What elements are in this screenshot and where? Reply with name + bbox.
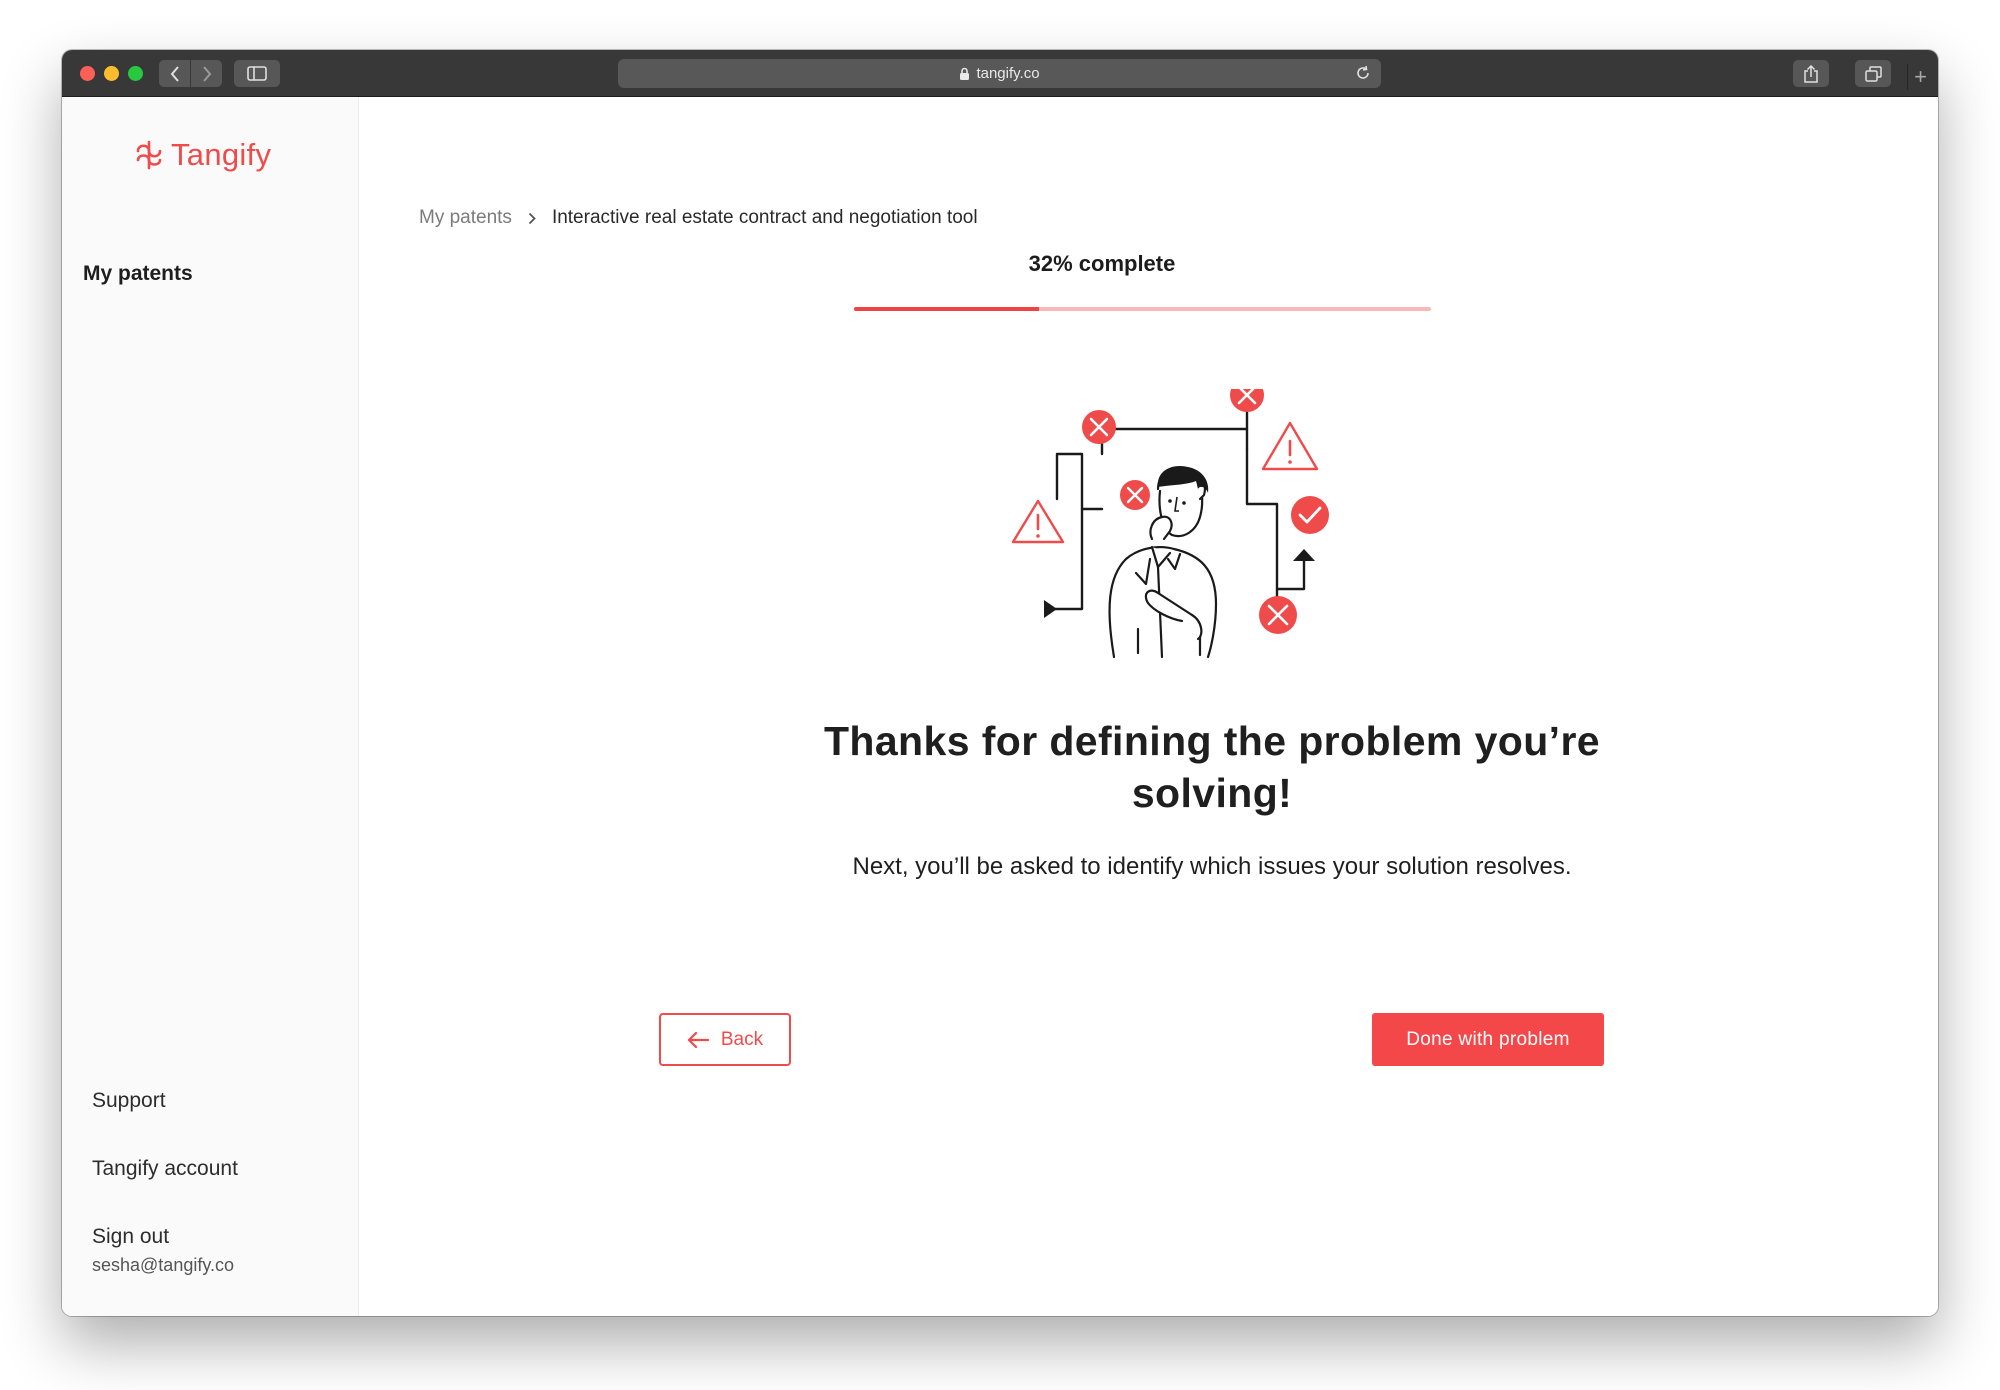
sidebar-item-sign-out[interactable]: Sign out — [92, 1225, 169, 1249]
browser-window: tangify.co + Tangify My patents Support … — [62, 50, 1938, 1316]
chevron-right-icon — [202, 65, 211, 82]
app-content: Tangify My patents Support Tangify accou… — [62, 97, 1938, 1316]
breadcrumb: My patents Interactive real estate contr… — [419, 207, 978, 229]
breadcrumb-current: Interactive real estate contract and neg… — [551, 207, 978, 228]
tangify-logo[interactable]: Tangify — [135, 137, 271, 173]
check-circle-icon — [1291, 496, 1329, 534]
done-button-label: Done with problem — [1406, 1028, 1570, 1050]
plus-icon: + — [1914, 64, 1927, 89]
browser-forward-button[interactable] — [191, 60, 222, 87]
user-email: sesha@tangify.co — [92, 1255, 235, 1275]
close-window-button[interactable] — [80, 66, 95, 81]
minimize-window-button[interactable] — [104, 66, 119, 81]
sidebar: Tangify My patents Support Tangify accou… — [62, 97, 359, 1316]
sidebar-toggle-button[interactable] — [234, 60, 280, 87]
tangify-logo-icon — [136, 140, 162, 170]
problem-solving-illustration — [1011, 389, 1329, 659]
logo-text: Tangify — [171, 137, 272, 172]
reload-icon[interactable] — [1355, 65, 1371, 85]
chevron-left-icon — [170, 65, 179, 82]
sidebar-item-support[interactable]: Support — [92, 1089, 166, 1113]
sidebar-item-tangify-account[interactable]: Tangify account — [92, 1157, 238, 1181]
lock-icon — [959, 67, 970, 81]
page-title: Thanks for defining the problem you’re s… — [823, 718, 1601, 816]
address-bar[interactable]: tangify.co — [618, 59, 1381, 88]
url-text: tangify.co — [976, 65, 1040, 82]
browser-back-button[interactable] — [159, 60, 190, 87]
browser-toolbar: tangify.co + — [62, 50, 1938, 97]
back-button-label: Back — [720, 1028, 764, 1050]
chevron-right-icon — [528, 212, 536, 225]
new-tab-button[interactable]: + — [1907, 64, 1933, 90]
back-button[interactable]: Back — [659, 1013, 791, 1066]
sidebar-item-my-patents[interactable]: My patents — [83, 262, 193, 286]
progress-bar — [854, 307, 1431, 311]
share-icon — [1804, 64, 1818, 83]
sidebar-icon — [247, 66, 267, 81]
tab-overview-button[interactable] — [1855, 60, 1891, 87]
arrow-left-icon — [687, 1031, 709, 1048]
share-button[interactable] — [1793, 60, 1829, 87]
progress-fill — [854, 307, 1039, 311]
next-step-description: Next, you’ll be asked to identify which … — [852, 853, 1572, 880]
breadcrumb-root-link[interactable]: My patents — [419, 207, 512, 229]
progress-label: 32% complete — [1028, 251, 1176, 276]
zoom-window-button[interactable] — [128, 66, 143, 81]
tabs-icon — [1864, 65, 1882, 82]
done-with-problem-button[interactable]: Done with problem — [1372, 1013, 1604, 1066]
